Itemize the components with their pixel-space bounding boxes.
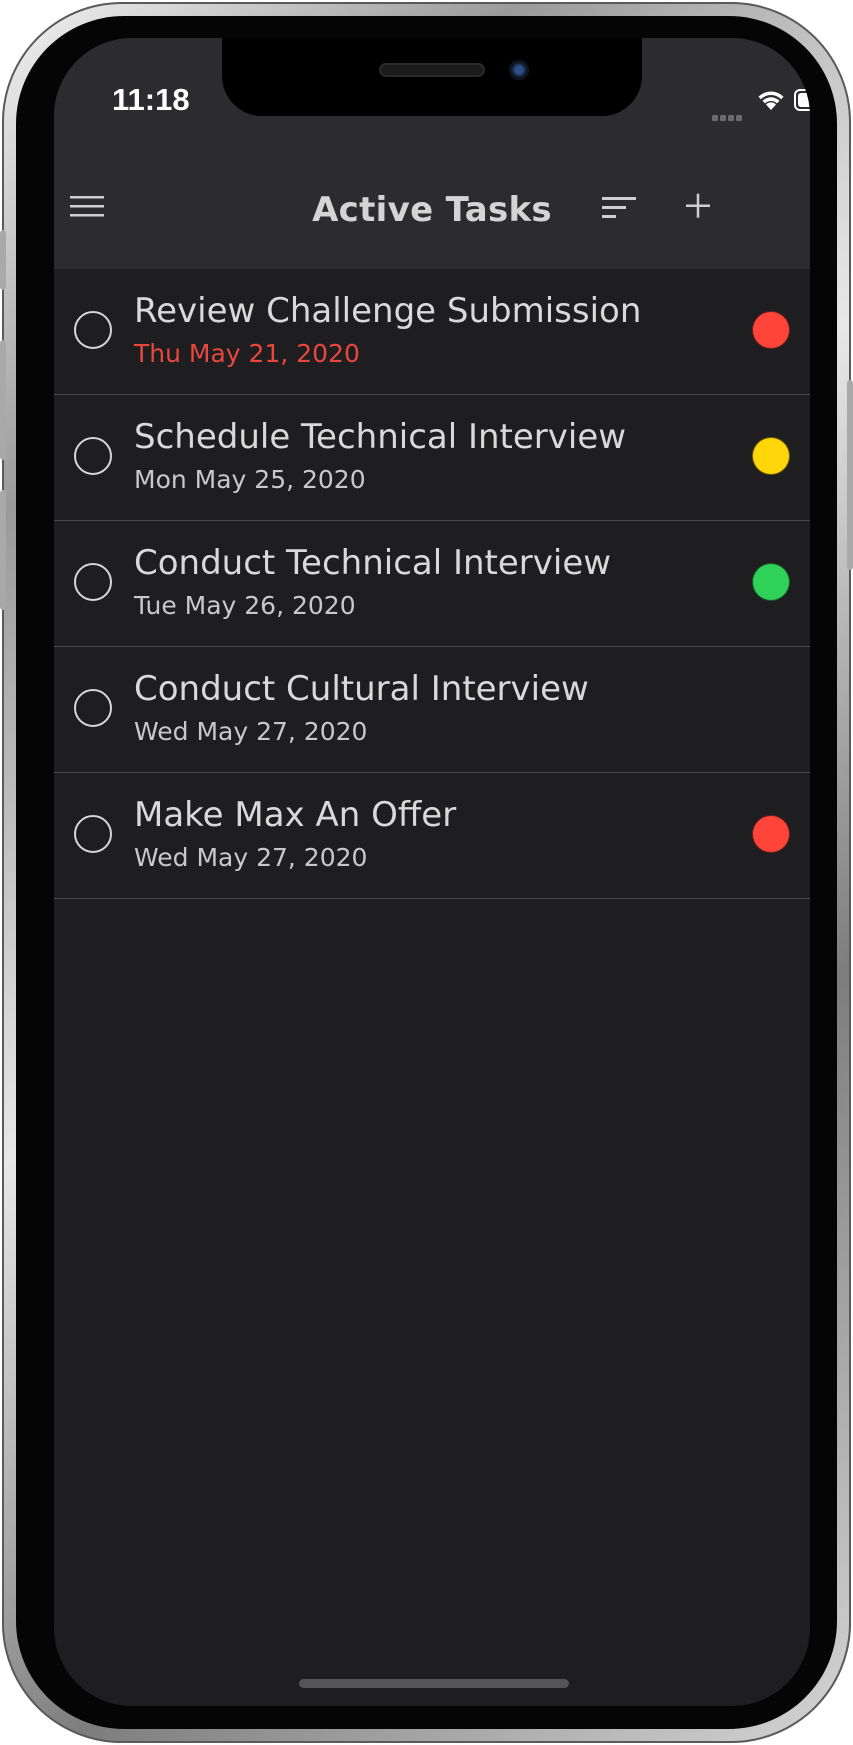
sort-button[interactable] <box>592 176 652 236</box>
task-title: Conduct Technical Interview <box>134 543 612 583</box>
task-row[interactable]: Schedule Technical Interview Mon May 25,… <box>54 395 810 521</box>
task-complete-checkbox[interactable] <box>74 815 112 853</box>
wifi-icon <box>758 91 784 110</box>
status-bar: 11:18 <box>54 38 810 152</box>
sort-icon <box>602 197 636 218</box>
task-row[interactable]: Make Max An Offer Wed May 27, 2020 <box>54 773 810 899</box>
task-due-date: Mon May 25, 2020 <box>134 465 366 494</box>
nav-bar: Active Tasks <box>54 152 810 269</box>
task-complete-checkbox[interactable] <box>74 311 112 349</box>
priority-indicator <box>752 311 790 349</box>
task-due-date: Thu May 21, 2020 <box>134 339 360 368</box>
screen: 11:18 Active Tasks Review Challenge Subm… <box>54 38 810 1706</box>
task-row[interactable]: Review Challenge Submission Thu May 21, … <box>54 269 810 395</box>
task-complete-checkbox[interactable] <box>74 563 112 601</box>
priority-indicator <box>752 563 790 601</box>
cellular-signal-icon <box>712 106 752 121</box>
task-title: Conduct Cultural Interview <box>134 669 589 709</box>
task-row[interactable]: Conduct Cultural Interview Wed May 27, 2… <box>54 647 810 773</box>
add-task-button[interactable] <box>666 176 726 236</box>
task-complete-checkbox[interactable] <box>74 689 112 727</box>
front-camera <box>509 60 529 80</box>
task-title: Review Challenge Submission <box>134 291 642 331</box>
priority-indicator <box>752 815 790 853</box>
task-due-date: Wed May 27, 2020 <box>134 843 368 872</box>
notch <box>222 38 642 116</box>
home-indicator[interactable] <box>299 1679 569 1688</box>
task-row[interactable]: Conduct Technical Interview Tue May 26, … <box>54 521 810 647</box>
task-title: Make Max An Offer <box>134 795 457 835</box>
battery-icon <box>794 89 810 111</box>
task-title: Schedule Technical Interview <box>134 417 627 457</box>
task-due-date: Wed May 27, 2020 <box>134 717 368 746</box>
status-time: 11:18 <box>112 82 190 117</box>
plus-icon <box>686 193 710 218</box>
priority-indicator <box>752 437 790 475</box>
task-complete-checkbox[interactable] <box>74 437 112 475</box>
speaker-grille <box>379 63 485 77</box>
task-list: Review Challenge Submission Thu May 21, … <box>54 269 810 899</box>
task-due-date: Tue May 26, 2020 <box>134 591 356 620</box>
